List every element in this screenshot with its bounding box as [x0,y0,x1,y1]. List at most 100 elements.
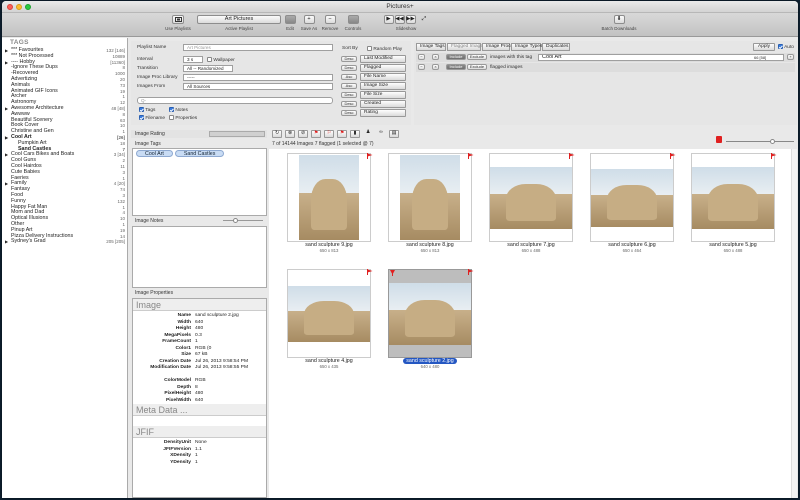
batch-downloads-tool[interactable]: ⬇ Batch Downloads [597,15,641,31]
active-playlist-select[interactable]: Art Pictures [197,15,281,24]
images-from-select[interactable]: All Sources [183,83,333,90]
trash-icon[interactable]: ▮ [350,130,360,138]
flag-icon[interactable] [468,153,474,159]
filter-flag-icon[interactable] [716,136,722,143]
playlist-icon[interactable] [172,15,184,24]
play-icon[interactable]: ▶ [383,15,394,24]
sort-direction-button[interactable]: Desc [341,65,357,71]
exclude-button[interactable]: Exclude [467,54,487,60]
notes-checkbox[interactable] [169,107,174,112]
thumbnail-frame[interactable] [489,153,573,242]
save-as-tool[interactable]: + Save As [299,15,319,31]
image-thumbnail[interactable]: sand sculpture 4.jpg 650 x 435 [283,267,375,369]
remove-filter-icon[interactable]: − [418,54,425,60]
thumbnail-size-slider[interactable] [726,139,794,144]
image-thumbnail[interactable]: sand sculpture 8.jpg 650 x 813 [384,151,476,253]
transition-select[interactable]: All -- Randomized [183,65,233,72]
image-proc-select[interactable]: ----- [183,74,333,81]
include-button[interactable]: Include [446,54,466,60]
close-window-button[interactable] [7,4,13,10]
disclosure-triangle-icon[interactable]: ▶ [5,152,8,158]
flag-icon[interactable] [367,269,373,275]
minus-icon[interactable]: − [324,15,336,24]
disclosure-triangle-icon[interactable]: ▶ [5,239,8,245]
flag-icon[interactable]: ⚑ [311,130,321,138]
use-playlists-tool[interactable]: Use Playlists [165,15,191,31]
random-play-checkbox[interactable] [367,46,372,51]
filter-tab[interactable]: Image Tags [416,43,446,51]
zoom-window-button[interactable] [25,4,31,10]
include-button[interactable]: Include [446,64,466,70]
filter-tab[interactable]: Flagged Images [447,43,485,51]
remove-tool[interactable]: − Remove [320,15,340,31]
delete-icon[interactable]: ⊗ [285,130,295,138]
flag-all-icon[interactable]: ⚑ [337,130,347,138]
auto-checkbox[interactable] [778,44,783,49]
search-input[interactable]: Q- [137,97,333,104]
sort-direction-button[interactable]: Asc [341,83,357,89]
sort-direction-button[interactable]: Asc [341,74,357,80]
exclude-button[interactable]: Exclude [467,64,487,70]
disclosure-triangle-icon[interactable]: ▶ [5,106,8,112]
wallpaper-checkbox[interactable] [207,57,212,62]
image-notes-textarea[interactable] [132,226,267,288]
select-icon[interactable]: ▤ [389,130,399,138]
binoculars-icon[interactable]: ∞ [376,130,386,138]
fast-forward-icon[interactable]: ▶▶ [405,15,416,24]
disclosure-triangle-icon[interactable]: ▶ [5,135,8,141]
sort-field-button[interactable]: Flagged [360,64,406,72]
thumbnail-frame[interactable] [691,153,775,242]
image-thumbnail[interactable]: sand sculpture 2.jpg 640 x 480 [384,267,476,369]
thumbnail-frame[interactable] [287,269,371,358]
sort-field-button[interactable]: Rating [360,109,406,117]
sort-direction-button[interactable]: Desc [341,101,357,107]
tag-pill[interactable]: Sand Castles [174,150,225,157]
refresh-icon[interactable]: ↻ [272,130,282,138]
block-icon[interactable]: ⊘ [298,130,308,138]
filter-tag-select[interactable]: Cool Art [538,54,784,61]
apply-button[interactable]: Apply [753,43,775,51]
sort-direction-button[interactable]: Desc [341,92,357,98]
controls-tool[interactable]: Controls [342,15,364,31]
disclosure-triangle-icon[interactable]: ▶ [5,181,8,187]
sort-field-button[interactable]: File Size [360,91,406,99]
fullscreen-icon[interactable]: ⤢ [420,15,429,24]
disclosure-triangle-icon[interactable]: ▶ [5,60,8,66]
sort-direction-button[interactable]: Desc [341,56,357,62]
plus-icon[interactable]: + [303,15,315,24]
clear-filter-icon[interactable]: × [432,54,439,60]
active-playlist-tool[interactable]: Art Pictures Active Playlist [197,15,281,31]
figure-icon[interactable]: ♟ [363,130,373,138]
sort-field-button[interactable]: File Name [360,73,406,81]
sort-direction-button[interactable]: Desc [341,110,357,116]
thumbnail-frame[interactable] [590,153,674,242]
controls-icon[interactable] [347,15,359,24]
thumbnail-frame[interactable] [388,153,472,242]
edit-tool[interactable]: Edit [282,15,298,31]
flag-icon[interactable] [367,153,373,159]
notes-font-slider[interactable] [223,218,263,223]
thumbnail-frame[interactable] [388,269,472,358]
properties-checkbox[interactable] [169,115,174,120]
disclosure-triangle-icon[interactable]: ▶ [5,48,8,54]
unflag-icon[interactable]: ⚐ [324,130,334,138]
edit-icon[interactable] [284,15,296,24]
flag-icon[interactable] [670,153,676,159]
flag-icon[interactable] [468,269,474,275]
filename-checkbox[interactable] [139,115,144,120]
rewind-icon[interactable]: ◀◀ [394,15,405,24]
add-filter-icon[interactable]: + [787,54,794,60]
filter-tab[interactable]: Image Types [511,43,542,51]
sort-field-button[interactable]: Image Size [360,82,406,90]
minimize-window-button[interactable] [16,4,22,10]
tag-pill[interactable]: Cool Art [136,150,173,157]
image-thumbnail[interactable]: sand sculpture 9.jpg 650 x 813 [283,151,375,253]
image-tags-box[interactable]: Cool Art Sand Castles [132,148,267,216]
interval-input[interactable]: 3 s [183,56,203,63]
clear-filter-icon[interactable]: × [432,64,439,70]
tags-checkbox[interactable] [139,107,144,112]
image-thumbnail[interactable]: sand sculpture 7.jpg 650 x 488 [485,151,577,253]
download-icon[interactable]: ⬇ [613,15,625,24]
tag-item[interactable]: ▶ Sydney's Grad 205 [205] [2,238,127,245]
image-thumbnail[interactable]: sand sculpture 6.jpg 650 x 464 [586,151,678,253]
